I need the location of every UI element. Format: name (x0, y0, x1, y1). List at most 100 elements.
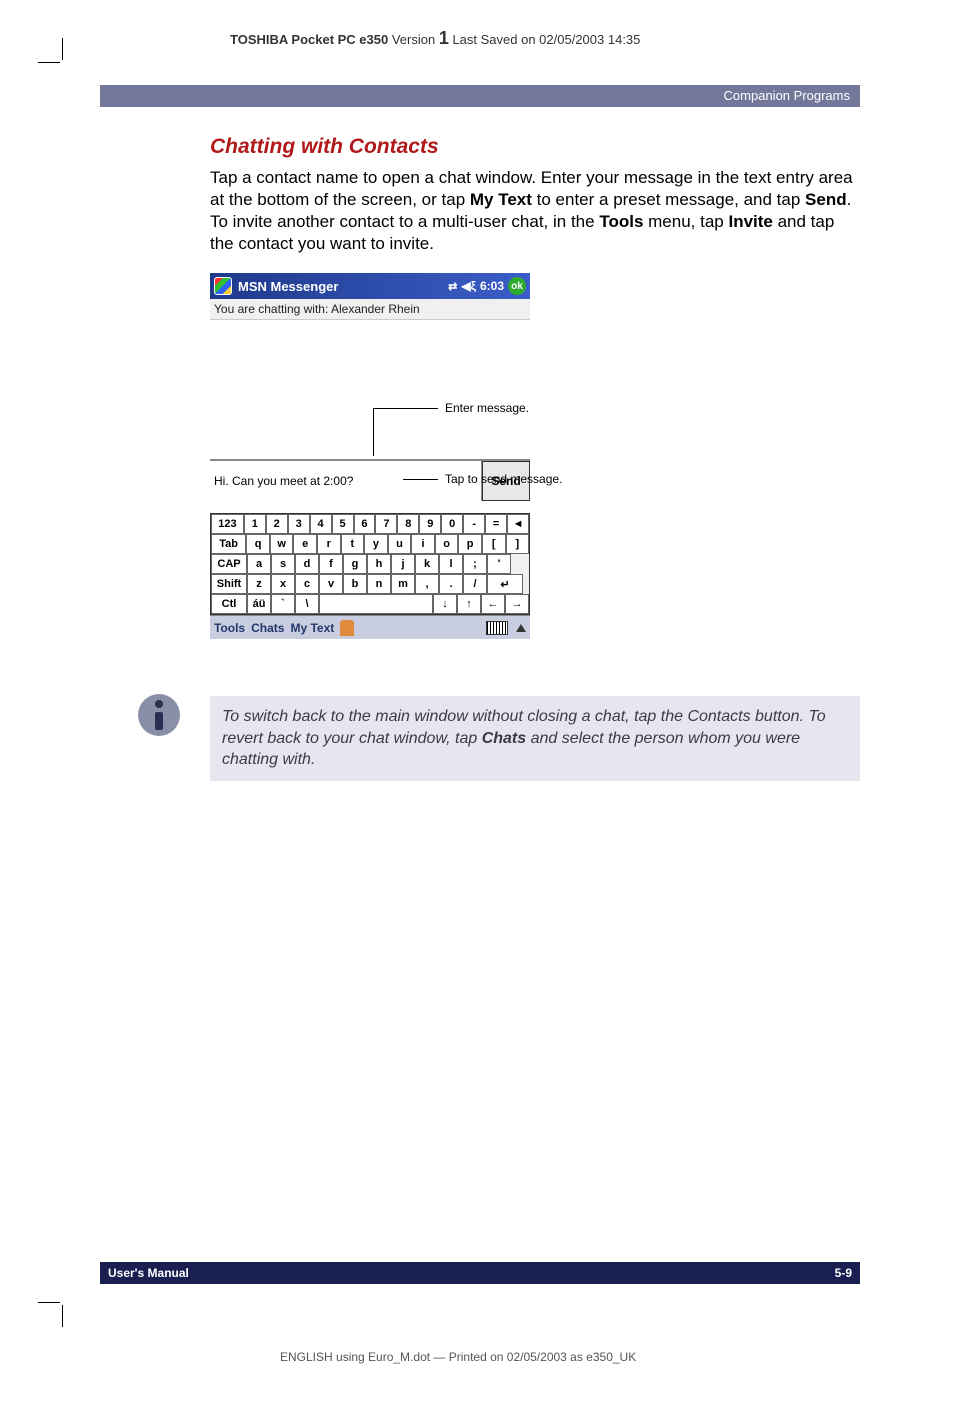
key-x[interactable]: x (271, 574, 295, 594)
key-h[interactable]: h (367, 554, 391, 574)
key-f[interactable]: f (319, 554, 343, 574)
key-7[interactable]: 7 (375, 514, 397, 534)
key-n[interactable]: n (367, 574, 391, 594)
key-l[interactable]: l (439, 554, 463, 574)
key-6[interactable]: 6 (354, 514, 376, 534)
key-j[interactable]: j (391, 554, 415, 574)
callout-line (403, 479, 438, 480)
key-][interactable]: ] (506, 534, 530, 554)
key-t[interactable]: t (341, 534, 365, 554)
key-m[interactable]: m (391, 574, 415, 594)
annotation-enter-message: Enter message. (445, 401, 529, 415)
key-,[interactable]: , (415, 574, 439, 594)
key-=[interactable]: = (485, 514, 507, 534)
key-0[interactable]: 0 (441, 514, 463, 534)
key-[[interactable]: [ (482, 534, 506, 554)
volume-icon[interactable]: ◀ξ (461, 279, 476, 293)
key-s[interactable]: s (271, 554, 295, 574)
app-title: MSN Messenger (238, 279, 338, 294)
menu-tools[interactable]: Tools (214, 621, 245, 635)
crop-mark (38, 62, 60, 63)
body-paragraph: Tap a contact name to open a chat window… (210, 167, 860, 255)
crop-mark (62, 38, 63, 60)
key-◄[interactable]: ◄ (507, 514, 529, 534)
key-1[interactable]: 1 (244, 514, 266, 534)
callout-line (373, 408, 374, 456)
key-123[interactable]: 123 (211, 514, 244, 534)
document-header: TOSHIBA Pocket PC e350 Version 1 Last Sa… (230, 28, 640, 49)
key-c[interactable]: c (295, 574, 319, 594)
footer-left: User's Manual (108, 1266, 189, 1280)
key-g[interactable]: g (343, 554, 367, 574)
connectivity-icon[interactable]: ⇄ (448, 280, 457, 293)
tip-note: To switch back to the main window withou… (210, 696, 860, 781)
key-↓[interactable]: ↓ (433, 594, 457, 614)
key-i[interactable]: i (411, 534, 435, 554)
input-panel-arrow-icon[interactable] (516, 624, 526, 632)
key-w[interactable]: w (270, 534, 294, 554)
menu-bar: Tools Chats My Text (210, 615, 530, 639)
screenshot-msn-messenger: MSN Messenger ⇄ ◀ξ 6:03 ok You are chatt… (210, 273, 530, 639)
start-icon[interactable] (214, 277, 232, 295)
key-Ctl[interactable]: Ctl (211, 594, 247, 614)
key-;[interactable]: ; (463, 554, 487, 574)
key-3[interactable]: 3 (288, 514, 310, 534)
version-number: 1 (439, 28, 449, 48)
keyboard-toggle-icon[interactable] (486, 621, 508, 635)
page-footer: User's Manual 5-9 (100, 1262, 860, 1284)
key-8[interactable]: 8 (397, 514, 419, 534)
key-d[interactable]: d (295, 554, 319, 574)
key-5[interactable]: 5 (332, 514, 354, 534)
key-space[interactable] (319, 594, 433, 614)
key-\[interactable]: \ (295, 594, 319, 614)
key-.[interactable]: . (439, 574, 463, 594)
section-title: Chatting with Contacts (210, 135, 860, 159)
callout-line (373, 408, 438, 409)
key-Shift[interactable]: Shift (211, 574, 247, 594)
clock-label: 6:03 (480, 279, 504, 293)
key-←[interactable]: ← (481, 594, 505, 614)
save-note: Last Saved on 02/05/2003 14:35 (449, 32, 641, 47)
key-4[interactable]: 4 (310, 514, 332, 534)
menu-mytext[interactable]: My Text (290, 621, 334, 635)
key-u[interactable]: u (388, 534, 412, 554)
key-Tab[interactable]: Tab (211, 534, 246, 554)
key-p[interactable]: p (458, 534, 482, 554)
info-icon (138, 694, 180, 736)
key-/[interactable]: / (463, 574, 487, 594)
key-CAP[interactable]: CAP (211, 554, 247, 574)
product-name: TOSHIBA Pocket PC e350 (230, 32, 388, 47)
key-r[interactable]: r (317, 534, 341, 554)
window-title-bar: MSN Messenger ⇄ ◀ξ 6:03 ok (210, 273, 530, 299)
chapter-heading: Companion Programs (100, 85, 860, 107)
key-z[interactable]: z (247, 574, 271, 594)
crop-mark (62, 1305, 63, 1327)
key-'[interactable]: ' (487, 554, 511, 574)
key--[interactable]: - (463, 514, 485, 534)
key-b[interactable]: b (343, 574, 367, 594)
key-áü[interactable]: áü (247, 594, 271, 614)
menu-chats[interactable]: Chats (251, 621, 284, 635)
annotation-tap-send: Tap to send message. (445, 472, 562, 486)
key-→[interactable]: → (505, 594, 529, 614)
key-o[interactable]: o (435, 534, 459, 554)
key-9[interactable]: 9 (419, 514, 441, 534)
chat-status-text: You are chatting with: Alexander Rhein (210, 299, 530, 320)
key-e[interactable]: e (293, 534, 317, 554)
key-q[interactable]: q (246, 534, 270, 554)
key-↑[interactable]: ↑ (457, 594, 481, 614)
key-y[interactable]: y (364, 534, 388, 554)
contacts-icon[interactable] (340, 620, 354, 636)
soft-keyboard: 1231234567890-=◄ Tabqwertyuiop[] CAPasdf… (210, 513, 530, 615)
ok-button[interactable]: ok (508, 277, 526, 295)
message-input[interactable] (210, 461, 482, 501)
key-k[interactable]: k (415, 554, 439, 574)
key-2[interactable]: 2 (266, 514, 288, 534)
crop-mark (38, 1302, 60, 1303)
key-`[interactable]: ` (271, 594, 295, 614)
footer-page-number: 5-9 (835, 1266, 852, 1280)
key-↵[interactable]: ↵ (487, 574, 523, 594)
print-metadata: ENGLISH using Euro_M.dot — Printed on 02… (280, 1350, 636, 1364)
key-v[interactable]: v (319, 574, 343, 594)
key-a[interactable]: a (247, 554, 271, 574)
